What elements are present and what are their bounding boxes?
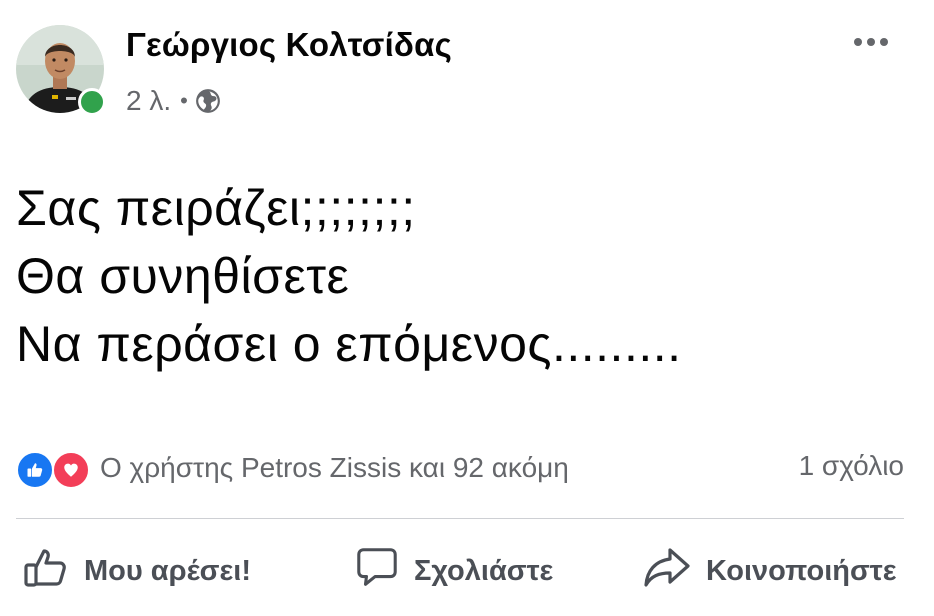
meta-separator: •: [180, 88, 188, 113]
online-status-indicator: [78, 88, 106, 116]
like-button-label: Μου αρέσει!: [84, 554, 251, 587]
post-text-line: Να περάσει ο επόμενος.........: [16, 316, 682, 372]
comment-button[interactable]: Σχολιάστε: [354, 543, 553, 599]
post-meta: 2 λ. •: [126, 84, 221, 118]
globe-icon[interactable]: [195, 88, 221, 114]
share-button[interactable]: Κοινοποιήστε: [642, 543, 897, 599]
reactions-text: Ο χρήστης Petros Zissis και 92 ακόμη: [100, 452, 569, 483]
thumbs-up-icon: [22, 543, 70, 599]
action-divider: [16, 518, 904, 519]
share-button-label: Κοινοποιήστε: [706, 554, 897, 587]
more-dot: [854, 38, 862, 46]
post-text: Σας πειράζει;;;;;;;; Θα συνηθίσετε Να πε…: [16, 174, 682, 378]
reactions-summary[interactable]: Ο χρήστης Petros Zissis και 92 ακόμη: [16, 448, 569, 489]
post-card: Γεώργιος Κολτσίδας 2 λ. • Σας πειράζει;;…: [0, 0, 934, 616]
post-timestamp[interactable]: 2 λ.: [126, 85, 171, 117]
more-options-button[interactable]: [845, 26, 897, 58]
like-reaction-icon: [16, 451, 54, 489]
share-arrow-icon: [642, 544, 692, 598]
author-name[interactable]: Γεώργιος Κολτσίδας: [126, 26, 452, 64]
post-text-line: Θα συνηθίσετε: [16, 248, 350, 304]
like-button[interactable]: Μου αρέσει!: [22, 543, 251, 599]
comment-button-label: Σχολιάστε: [414, 554, 554, 587]
comments-count-link[interactable]: 1 σχόλιο: [799, 450, 904, 482]
more-dot: [867, 38, 875, 46]
comment-bubble-icon: [354, 544, 400, 598]
post-text-line: Σας πειράζει;;;;;;;;: [16, 180, 416, 236]
more-dot: [880, 38, 888, 46]
reaction-icons: [16, 448, 90, 489]
love-reaction-icon: [52, 451, 90, 489]
